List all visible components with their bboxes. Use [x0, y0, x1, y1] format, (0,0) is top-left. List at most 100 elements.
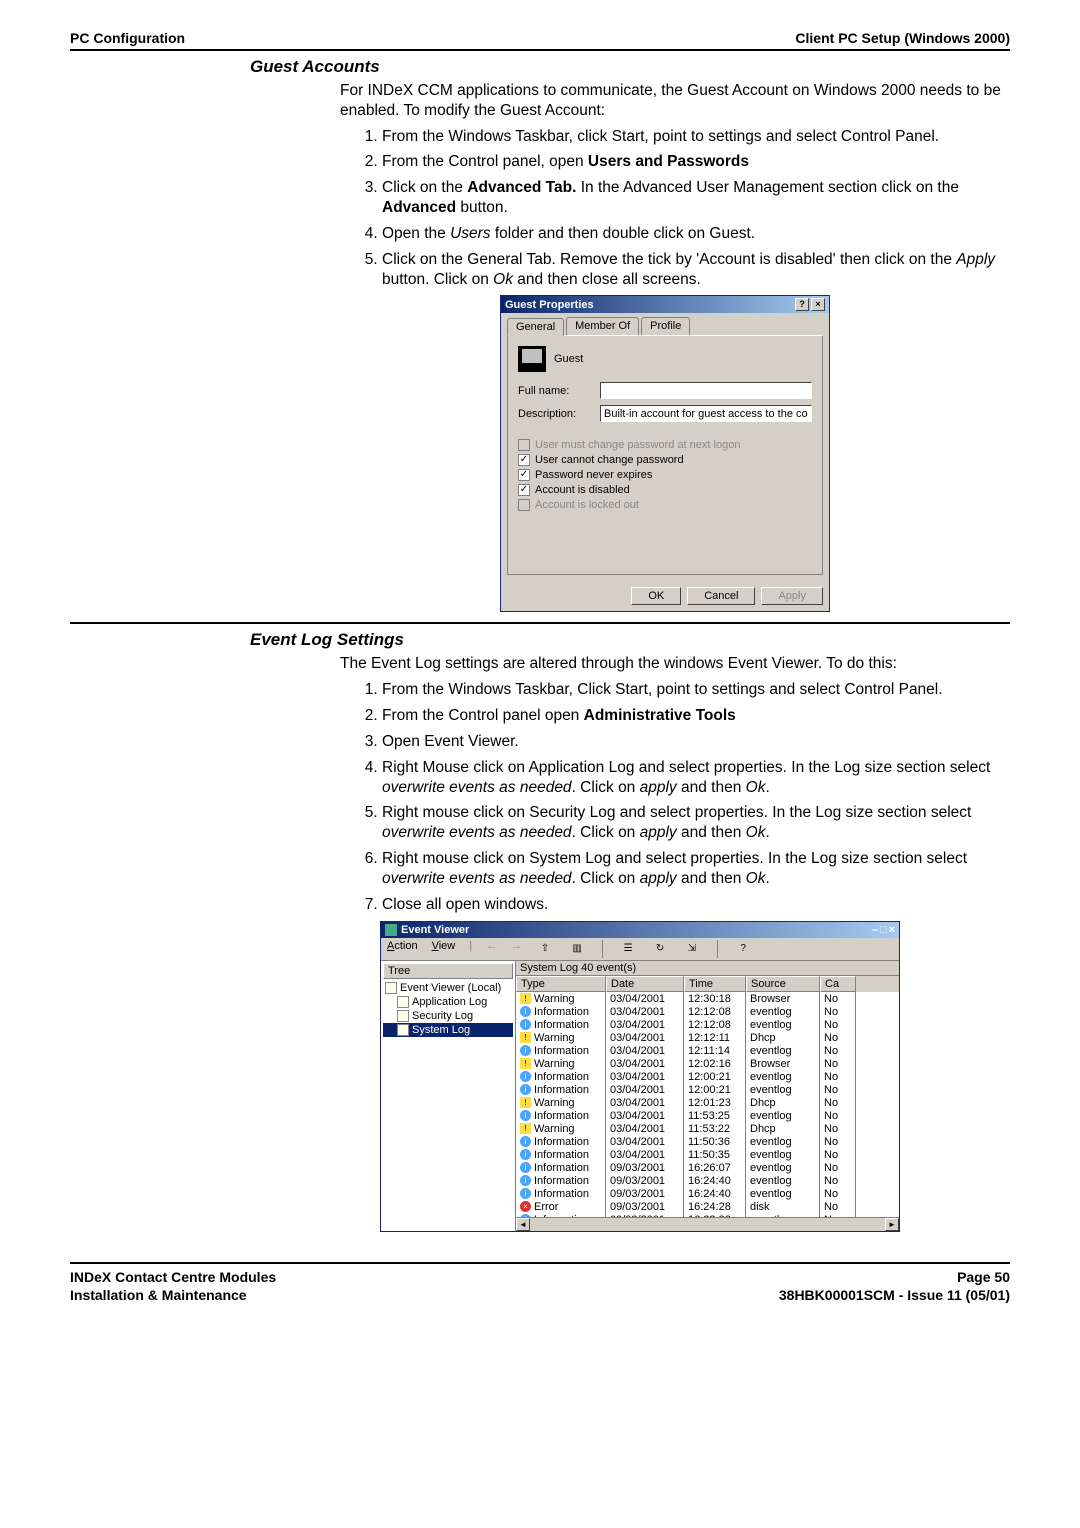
back-arrow-icon[interactable]: ←: [486, 940, 497, 958]
list-row[interactable]: iInformation03/04/200111:53:25eventlogNo: [516, 1109, 899, 1122]
col-source[interactable]: Source: [746, 976, 820, 992]
tree-label: System Log: [412, 1024, 470, 1036]
list-row[interactable]: ×Error09/03/200116:24:28diskNo: [516, 1200, 899, 1213]
tree-item-system[interactable]: System Log: [383, 1023, 513, 1037]
fullname-input[interactable]: [600, 382, 812, 399]
step-italic: Ok: [746, 824, 766, 841]
check-disabled[interactable]: ✓ Account is disabled: [518, 484, 812, 496]
tree-item-application[interactable]: Application Log: [383, 995, 513, 1009]
warning-icon: !: [520, 1032, 531, 1043]
list-body[interactable]: !Warning03/04/200112:30:18BrowserNoiInfo…: [516, 992, 899, 1217]
forward-arrow-icon[interactable]: →: [511, 940, 522, 958]
step: Right Mouse click on Application Log and…: [382, 758, 1010, 798]
checkbox-icon[interactable]: ✓: [518, 484, 530, 496]
list-summary-label: System Log 40 event(s): [520, 962, 636, 974]
step: Click on the Advanced Tab. In the Advanc…: [382, 178, 1010, 218]
check-label: Account is disabled: [535, 484, 630, 496]
list-row[interactable]: iInformation03/04/200112:11:14eventlogNo: [516, 1044, 899, 1057]
check-label: Password never expires: [535, 469, 652, 481]
list-row[interactable]: !Warning03/04/200112:02:16BrowserNo: [516, 1057, 899, 1070]
checkbox-icon[interactable]: ✓: [518, 469, 530, 481]
step: Open Event Viewer.: [382, 732, 1010, 752]
scroll-right-icon[interactable]: ►: [885, 1218, 899, 1231]
step-text: . Click on: [572, 824, 640, 841]
step-text: and then: [677, 870, 746, 887]
tab-strip: General Member Of Profile: [501, 313, 829, 335]
list-row[interactable]: iInformation09/03/200116:24:40eventlogNo: [516, 1174, 899, 1187]
tab-profile[interactable]: Profile: [641, 317, 690, 335]
list-row[interactable]: iInformation09/03/200116:26:07eventlogNo: [516, 1161, 899, 1174]
info-icon: i: [520, 1110, 531, 1121]
list-row[interactable]: !Warning03/04/200112:12:11DhcpNo: [516, 1031, 899, 1044]
check-label: Account is locked out: [535, 499, 639, 511]
menu-view[interactable]: View: [432, 940, 456, 958]
list-row[interactable]: iInformation03/04/200112:12:08eventlogNo: [516, 1018, 899, 1031]
warning-icon: !: [520, 993, 531, 1004]
toolbar-help-icon[interactable]: ?: [734, 940, 752, 958]
scroll-left-icon[interactable]: ◄: [516, 1218, 530, 1231]
step-bold: Advanced: [382, 199, 456, 216]
list-row[interactable]: iInformation03/04/200111:50:35eventlogNo: [516, 1148, 899, 1161]
toolbar-export-icon[interactable]: ⇲: [683, 940, 701, 958]
maximize-button[interactable]: □: [880, 924, 887, 936]
col-time[interactable]: Time: [684, 976, 746, 992]
step-text: In the Advanced User Management section …: [576, 179, 959, 196]
check-neverexpire[interactable]: ✓ Password never expires: [518, 469, 812, 481]
step-italic: apply: [640, 824, 677, 841]
tree-pane: Tree Event Viewer (Local) Application Lo…: [381, 961, 516, 1231]
list-row[interactable]: !Warning03/04/200112:01:23DhcpNo: [516, 1096, 899, 1109]
check-cannotchange[interactable]: ✓User cannot change password: [518, 454, 812, 466]
titlebar[interactable]: Event Viewer – □ ×: [381, 922, 899, 938]
step-text: From the Control panel, open: [382, 153, 588, 170]
col-type[interactable]: Type: [516, 976, 606, 992]
step-italic: Ok: [493, 271, 513, 288]
scrollbar-h[interactable]: ◄ ►: [516, 1217, 899, 1231]
close-button[interactable]: ×: [811, 298, 825, 311]
toolbar-refresh-icon[interactable]: ↻: [651, 940, 669, 958]
footer-right-2: 38HBK00001SCM - Issue 11 (05/01): [779, 1287, 1010, 1303]
help-button[interactable]: ?: [795, 298, 809, 311]
description-input[interactable]: [600, 405, 812, 422]
toolbar-up-icon[interactable]: ⇧: [536, 940, 554, 958]
cancel-button[interactable]: Cancel: [687, 587, 755, 605]
step-italic: apply: [640, 779, 677, 796]
minimize-button[interactable]: –: [872, 924, 878, 936]
tree-label: Security Log: [412, 1010, 473, 1022]
step-text: Open Event Viewer.: [382, 733, 519, 750]
step-italic: Ok: [746, 870, 766, 887]
description-label: Description:: [518, 408, 588, 420]
toolbar-show-icon[interactable]: ▥: [568, 940, 586, 958]
list-row[interactable]: iInformation03/04/200111:50:36eventlogNo: [516, 1135, 899, 1148]
step: From the Windows Taskbar, Click Start, p…: [382, 680, 1010, 700]
tab-general[interactable]: General: [507, 318, 564, 336]
menu-action[interactable]: AActionction: [387, 940, 418, 958]
list-row[interactable]: iInformation03/04/200112:00:21eventlogNo: [516, 1083, 899, 1096]
close-button[interactable]: ×: [889, 924, 895, 936]
step-italic: Apply: [956, 251, 995, 268]
step-text: button. Click on: [382, 271, 493, 288]
apply-button[interactable]: Apply: [761, 587, 823, 605]
info-icon: i: [520, 1071, 531, 1082]
step-text: .: [765, 824, 769, 841]
ok-button[interactable]: OK: [631, 587, 681, 605]
list-row[interactable]: iInformation03/04/200112:00:21eventlogNo: [516, 1070, 899, 1083]
checkbox-icon[interactable]: ✓: [518, 454, 530, 466]
list-row[interactable]: iInformation03/04/200112:12:08eventlogNo: [516, 1005, 899, 1018]
tab-memberof[interactable]: Member Of: [566, 317, 639, 335]
checkbox-icon: [518, 499, 530, 511]
step-text: button.: [456, 199, 508, 216]
list-row[interactable]: !Warning03/04/200111:53:22DhcpNo: [516, 1122, 899, 1135]
col-date[interactable]: Date: [606, 976, 684, 992]
toolbar-prop-icon[interactable]: ☰: [619, 940, 637, 958]
step: Right mouse click on System Log and sele…: [382, 849, 1010, 889]
guest-steps: From the Windows Taskbar, click Start, p…: [360, 127, 1010, 290]
list-row[interactable]: !Warning03/04/200112:30:18BrowserNo: [516, 992, 899, 1005]
col-category[interactable]: Ca: [820, 976, 856, 992]
step-italic: overwrite events as needed: [382, 824, 572, 841]
tree-item-security[interactable]: Security Log: [383, 1009, 513, 1023]
titlebar[interactable]: Guest Properties ? ×: [501, 296, 829, 313]
list-row[interactable]: iInformation09/03/200116:24:40eventlogNo: [516, 1187, 899, 1200]
tree-root[interactable]: Event Viewer (Local): [383, 981, 513, 995]
warning-icon: !: [520, 1097, 531, 1108]
info-icon: i: [520, 1019, 531, 1030]
